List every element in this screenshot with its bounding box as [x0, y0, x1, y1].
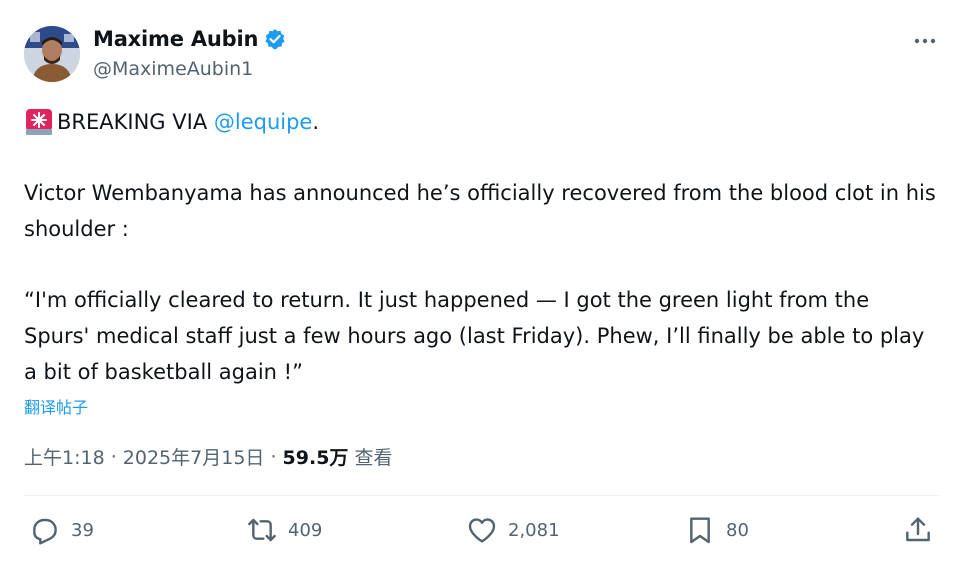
author-name-row[interactable]: Maxime Aubin [93, 27, 286, 51]
reply-count: 39 [71, 519, 94, 541]
share-icon [906, 517, 930, 542]
tweet-meta: 上午1:18 · 2025年7月15日 · 59.5万 查看 [24, 443, 392, 470]
more-options-button[interactable] [910, 26, 940, 56]
bookmark-button[interactable]: 80 [684, 510, 749, 550]
reply-button[interactable]: 39 [29, 510, 94, 550]
author-display-name[interactable]: Maxime Aubin [93, 27, 258, 51]
like-button[interactable]: 2,081 [466, 510, 560, 550]
translate-post-link[interactable]: 翻译帖子 [24, 394, 88, 418]
post-time[interactable]: 上午1:18 [24, 443, 105, 470]
bookmark-count: 80 [726, 519, 749, 541]
bookmark-icon [690, 517, 710, 544]
tweet-paragraph-2: Victor Wembanyama has announced he’s off… [24, 181, 936, 241]
views-label: 查看 [354, 447, 393, 469]
reply-icon [33, 518, 57, 545]
tweet-paragraph-3: “I'm officially cleared to return. It ju… [24, 288, 925, 384]
retweet-icon [248, 518, 276, 542]
post-date[interactable]: 2025年7月15日 [123, 443, 265, 470]
divider [24, 495, 940, 496]
siren-icon [24, 107, 54, 137]
avatar-image [24, 26, 80, 82]
meta-separator-2: · [264, 445, 283, 468]
avatar[interactable] [24, 26, 80, 82]
author-handle[interactable]: @MaximeAubin1 [93, 58, 253, 80]
retweet-count: 409 [288, 519, 323, 541]
mention-link[interactable]: @lequipe [214, 104, 312, 140]
more-icon [914, 38, 936, 44]
meta-separator: · [104, 445, 123, 468]
tweet-card: Maxime Aubin @MaximeAubin1 BREAKING VIA … [0, 0, 960, 569]
views-count[interactable]: 59.5万 [283, 443, 349, 470]
action-bar: 39 409 2,081 80 [24, 510, 936, 550]
share-button[interactable] [902, 510, 934, 550]
like-icon [468, 518, 496, 543]
headline-prefix: BREAKING VIA [57, 110, 214, 134]
tweet-headline: BREAKING VIA @lequipe. [24, 104, 939, 140]
like-count: 2,081 [508, 519, 560, 541]
headline-suffix: . [312, 110, 320, 134]
retweet-button[interactable]: 409 [246, 510, 322, 550]
verified-icon [264, 28, 286, 50]
